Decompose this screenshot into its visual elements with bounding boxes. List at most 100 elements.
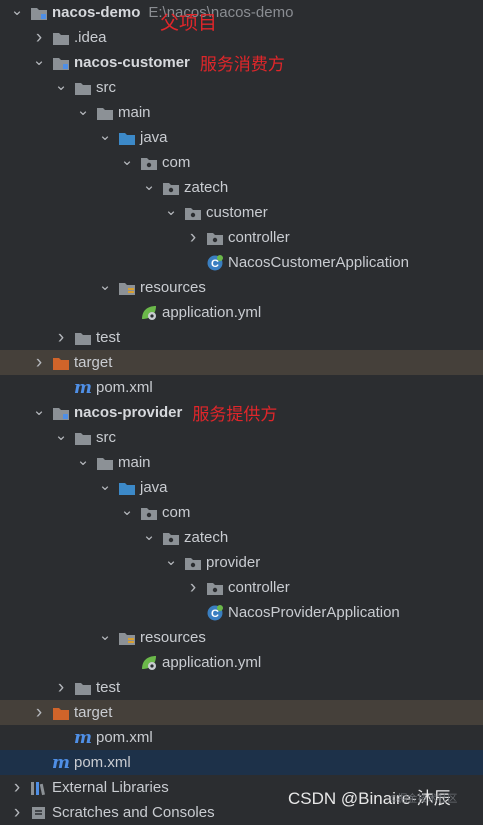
tree-node[interactable]: ⌄ zatech <box>0 175 483 200</box>
tree-node-label: pom.xml <box>74 754 131 771</box>
tree-node[interactable]: ›mpom.xml <box>0 375 483 400</box>
chevron-down-icon[interactable]: ⌄ <box>164 197 178 222</box>
tree-node-label: External Libraries <box>52 779 169 796</box>
chevron-right-icon[interactable]: › <box>186 225 200 250</box>
tree-node[interactable]: › .idea <box>0 25 483 50</box>
tree-node[interactable]: ›mpom.xml <box>0 750 483 775</box>
chevron-down-icon[interactable]: ⌄ <box>98 472 112 497</box>
folder-icon <box>74 329 92 347</box>
spring-boot-class-icon: C <box>206 254 224 272</box>
chevron-right-icon[interactable]: › <box>54 675 68 700</box>
tree-node[interactable]: ⌄ com <box>0 150 483 175</box>
tree-node[interactable]: ›CNacosProviderApplication <box>0 600 483 625</box>
folder-icon <box>74 79 92 97</box>
chevron-down-icon[interactable]: ⌄ <box>142 522 156 547</box>
resources-folder-icon <box>118 279 136 297</box>
chevron-down-icon[interactable]: ⌄ <box>98 122 112 147</box>
spring-config-icon <box>140 304 158 322</box>
tree-node[interactable]: › target <box>0 350 483 375</box>
tree-node[interactable]: ⌄ src <box>0 425 483 450</box>
chevron-down-icon[interactable]: ⌄ <box>76 97 90 122</box>
chevron-right-icon[interactable]: › <box>10 775 24 800</box>
folder-icon <box>96 104 114 122</box>
tree-node[interactable]: › test <box>0 325 483 350</box>
spring-config-icon <box>140 654 158 672</box>
tree-node[interactable]: ⌄ zatech <box>0 525 483 550</box>
tree-node-label: zatech <box>184 529 229 546</box>
watermark-ghost: ©掘金技术社区 <box>390 794 458 805</box>
chevron-down-icon[interactable]: ⌄ <box>164 547 178 572</box>
chevron-down-icon[interactable]: ⌄ <box>98 622 112 647</box>
chevron-down-icon[interactable]: ⌄ <box>32 397 46 422</box>
maven-icon: m <box>52 752 70 773</box>
tree-node[interactable]: › controller <box>0 225 483 250</box>
chevron-down-icon[interactable]: ⌄ <box>32 47 46 72</box>
tree-node[interactable]: › target <box>0 700 483 725</box>
tree-node-label: zatech <box>184 179 229 196</box>
tree-node[interactable]: ⌄ customer <box>0 200 483 225</box>
chevron-down-icon[interactable]: ⌄ <box>10 0 24 22</box>
module-folder-icon <box>52 404 70 422</box>
chevron-down-icon[interactable]: ⌄ <box>142 172 156 197</box>
project-tree: ⌄ nacos-demo E:\nacos\nacos-demo 父项目 › .idea ⌄… <box>0 0 483 823</box>
tree-node[interactable]: ⌄ nacos-demo E:\nacos\nacos-demo 父项目 <box>0 0 483 35</box>
tree-node[interactable]: ⌄ com <box>0 500 483 525</box>
chevron-down-icon[interactable]: ⌄ <box>54 72 68 97</box>
tree-node-label: pom.xml <box>96 379 153 396</box>
tree-node-label: nacos-provider <box>74 404 183 421</box>
chevron-down-icon[interactable]: ⌄ <box>98 272 112 297</box>
tree-node[interactable]: ›CNacosCustomerApplication <box>0 250 483 275</box>
tree-node-label: main <box>118 104 151 121</box>
folder-icon <box>96 454 114 472</box>
package-icon <box>162 529 180 547</box>
source-folder-icon <box>118 479 136 497</box>
excluded-folder-icon <box>52 354 70 372</box>
excluded-folder-icon <box>52 704 70 722</box>
annotation-note: 服务消费方 <box>199 55 285 74</box>
chevron-right-icon[interactable]: › <box>32 700 46 725</box>
chevron-right-icon[interactable]: › <box>54 325 68 350</box>
tree-node-label: java <box>140 129 168 146</box>
chevron-down-icon[interactable]: ⌄ <box>120 497 134 522</box>
spring-boot-class-icon: C <box>206 604 224 622</box>
tree-node-label: java <box>140 479 168 496</box>
tree-node[interactable]: ›application.yml <box>0 650 483 675</box>
tree-node[interactable]: ›application.yml <box>0 300 483 325</box>
tree-node[interactable]: ⌄ main <box>0 450 483 475</box>
tree-node-label: NacosCustomerApplication <box>228 254 409 271</box>
resources-folder-icon <box>118 629 136 647</box>
folder-icon <box>74 429 92 447</box>
tree-node-label: Scratches and Consoles <box>52 804 215 821</box>
tree-node[interactable]: ⌄ main <box>0 100 483 125</box>
tree-node[interactable]: ›mpom.xml <box>0 725 483 750</box>
module-folder-icon <box>30 4 48 22</box>
tree-node[interactable]: ⌄ provider <box>0 550 483 575</box>
chevron-right-icon[interactable]: › <box>10 800 24 825</box>
tree-node-label: src <box>96 79 116 96</box>
tree-node[interactable]: ⌄ java <box>0 475 483 500</box>
package-icon <box>140 504 158 522</box>
chevron-right-icon[interactable]: › <box>32 350 46 375</box>
tree-node[interactable]: › controller <box>0 575 483 600</box>
chevron-down-icon[interactable]: ⌄ <box>76 447 90 472</box>
package-icon <box>184 554 202 572</box>
tree-node[interactable]: ⌄ java <box>0 125 483 150</box>
tree-node[interactable]: › test <box>0 675 483 700</box>
chevron-down-icon[interactable]: ⌄ <box>120 147 134 172</box>
chevron-right-icon[interactable]: › <box>186 575 200 600</box>
tree-node[interactable]: ⌄ src <box>0 75 483 100</box>
tree-node-label: provider <box>206 554 261 571</box>
tree-node[interactable]: ⌄ resources <box>0 625 483 650</box>
tree-node[interactable]: ⌄ nacos-customer 服务消费方 <box>0 50 483 75</box>
tree-node-label: NacosProviderApplication <box>228 604 400 621</box>
tree-node-label: application.yml <box>162 654 262 671</box>
chevron-down-icon[interactable]: ⌄ <box>54 422 68 447</box>
tree-node[interactable]: ⌄ resources <box>0 275 483 300</box>
tree-node-label: pom.xml <box>96 729 153 746</box>
tree-node-label: customer <box>206 204 268 221</box>
tree-node-label: target <box>74 354 113 371</box>
tree-node-label: nacos-demo <box>52 4 141 21</box>
tree-node[interactable]: ⌄ nacos-provider 服务提供方 <box>0 400 483 425</box>
tree-node-label: controller <box>228 579 290 596</box>
tree-node-label: resources <box>140 629 206 646</box>
